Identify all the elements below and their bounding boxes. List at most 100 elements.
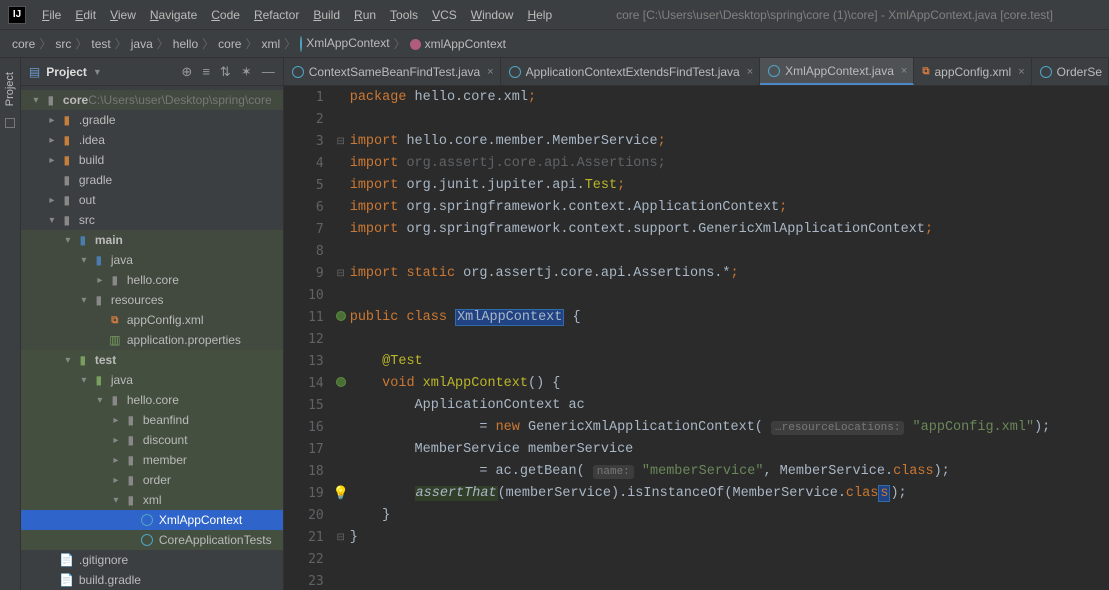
tree-item-member[interactable]: ▸▮member [21, 450, 283, 470]
editor-body[interactable]: 1package hello.core.xml;23⊟import hello.… [284, 86, 1109, 590]
menu-code[interactable]: Code [211, 8, 240, 22]
breadcrumb-item[interactable]: hello [173, 37, 198, 51]
tree-item-src[interactable]: ▾▮src [21, 210, 283, 230]
tree-item-xml[interactable]: ▾▮xml [21, 490, 283, 510]
code-line[interactable]: 22 [284, 548, 1109, 570]
code-line[interactable]: 8 [284, 240, 1109, 262]
code-line[interactable]: 21⊟} [284, 526, 1109, 548]
code-line[interactable]: 6import org.springframework.context.Appl… [284, 196, 1109, 218]
tree-item-appconfig-xml[interactable]: ⧉appConfig.xml [21, 310, 283, 330]
chevron-down-icon[interactable]: ▼ [93, 67, 102, 77]
tree-item-hello-core[interactable]: ▾▮hello.core [21, 390, 283, 410]
project-tree[interactable]: ▾▮core C:\Users\user\Desktop\spring\core… [21, 86, 283, 590]
tree-item-main[interactable]: ▾▮main [21, 230, 283, 250]
tree-item-coreapplicationtests[interactable]: CoreApplicationTests [21, 530, 283, 550]
tree-arrow-icon[interactable]: ▸ [93, 275, 107, 286]
menu-navigate[interactable]: Navigate [150, 8, 197, 22]
editor-tab[interactable]: ContextSameBeanFindTest.java× [284, 58, 501, 85]
select-opened-file-icon[interactable]: ⊕ [181, 64, 192, 80]
code-line[interactable]: 11public class XmlAppContext { [284, 306, 1109, 328]
tree-item--idea[interactable]: ▸▮.idea [21, 130, 283, 150]
code-line[interactable]: 19💡 assertThat(memberService).isInstance… [284, 482, 1109, 504]
breadcrumb-item[interactable]: xmlAppContext [410, 37, 506, 51]
close-icon[interactable]: × [487, 66, 493, 78]
code-line[interactable]: 15 ApplicationContext ac [284, 394, 1109, 416]
close-icon[interactable]: × [747, 66, 753, 78]
project-panel-title[interactable]: Project [46, 65, 87, 79]
tree-arrow-icon[interactable]: ▾ [61, 355, 75, 366]
tree-arrow-icon[interactable]: ▾ [109, 495, 123, 506]
tree-item--gradle[interactable]: ▸▮.gradle [21, 110, 283, 130]
run-gutter-icon[interactable] [336, 311, 346, 321]
code-line[interactable]: 18 = ac.getBean( name: "memberService", … [284, 460, 1109, 482]
tree-item-application-properties[interactable]: ▥application.properties [21, 330, 283, 350]
tree-item-java[interactable]: ▾▮java [21, 250, 283, 270]
structure-icon[interactable] [5, 118, 15, 128]
tree-arrow-icon[interactable]: ▾ [29, 95, 43, 106]
tree-arrow-icon[interactable]: ▾ [77, 295, 91, 306]
code-line[interactable]: 4import org.assertj.core.api.Assertions; [284, 152, 1109, 174]
tree-item-discount[interactable]: ▸▮discount [21, 430, 283, 450]
tree-item-beanfind[interactable]: ▸▮beanfind [21, 410, 283, 430]
editor-tab[interactable]: XmlAppContext.java× [760, 58, 914, 85]
tree-item-out[interactable]: ▸▮out [21, 190, 283, 210]
code-line[interactable]: 20 } [284, 504, 1109, 526]
breadcrumb-item[interactable]: java [131, 37, 153, 51]
menu-vcs[interactable]: VCS [432, 8, 457, 22]
tree-arrow-icon[interactable]: ▾ [77, 255, 91, 266]
tree-item-test[interactable]: ▾▮test [21, 350, 283, 370]
code-line[interactable]: 1package hello.core.xml; [284, 86, 1109, 108]
expand-all-icon[interactable]: ≡ [202, 64, 210, 80]
code-line[interactable]: 23 [284, 570, 1109, 590]
tree-arrow-icon[interactable]: ▸ [109, 455, 123, 466]
tree-item-gradle[interactable]: ▮gradle [21, 170, 283, 190]
project-tool-tab[interactable]: Project [2, 66, 18, 112]
tree-item-core[interactable]: ▾▮core C:\Users\user\Desktop\spring\core [21, 90, 283, 110]
editor-tab[interactable]: OrderSe [1032, 58, 1109, 85]
menu-view[interactable]: View [110, 8, 136, 22]
code-line[interactable]: 2 [284, 108, 1109, 130]
breadcrumb-item[interactable]: test [91, 37, 110, 51]
editor-tab[interactable]: ApplicationContextExtendsFindTest.java× [501, 58, 761, 85]
tree-arrow-icon[interactable]: ▾ [77, 375, 91, 386]
menu-window[interactable]: Window [471, 8, 514, 22]
tree-arrow-icon[interactable]: ▸ [109, 435, 123, 446]
menu-build[interactable]: Build [313, 8, 340, 22]
close-icon[interactable]: × [901, 65, 907, 77]
tree-item-build-gradle[interactable]: 📄build.gradle [21, 570, 283, 590]
tree-item-xmlappcontext[interactable]: XmlAppContext [21, 510, 283, 530]
collapse-all-icon[interactable]: ⇅ [220, 64, 231, 80]
code-line[interactable]: 7import org.springframework.context.supp… [284, 218, 1109, 240]
close-icon[interactable]: × [1018, 66, 1024, 78]
tree-arrow-icon[interactable]: ▾ [93, 395, 107, 406]
tree-arrow-icon[interactable]: ▸ [109, 475, 123, 486]
tree-item-order[interactable]: ▸▮order [21, 470, 283, 490]
tree-arrow-icon[interactable]: ▸ [45, 195, 59, 206]
tree-item-java[interactable]: ▾▮java [21, 370, 283, 390]
menu-help[interactable]: Help [527, 8, 552, 22]
code-line[interactable]: 5import org.junit.jupiter.api.Test; [284, 174, 1109, 196]
code-line[interactable]: 9⊟import static org.assertj.core.api.Ass… [284, 262, 1109, 284]
tree-arrow-icon[interactable]: ▸ [109, 415, 123, 426]
code-line[interactable]: 17 MemberService memberService [284, 438, 1109, 460]
tree-arrow-icon[interactable]: ▾ [45, 215, 59, 226]
settings-icon[interactable]: ✶ [241, 64, 252, 80]
fold-icon[interactable]: ⊟ [337, 532, 345, 543]
tree-item--gitignore[interactable]: 📄.gitignore [21, 550, 283, 570]
tree-arrow-icon[interactable]: ▸ [45, 135, 59, 146]
code-line[interactable]: 14 void xmlAppContext() { [284, 372, 1109, 394]
intention-bulb-icon[interactable]: 💡 [333, 485, 349, 500]
breadcrumb-item[interactable]: src [55, 37, 71, 51]
code-line[interactable]: 10 [284, 284, 1109, 306]
editor-tab[interactable]: ⧉appConfig.xml× [914, 58, 1031, 85]
menu-file[interactable]: File [42, 8, 61, 22]
breadcrumb-item[interactable]: XmlAppContext [300, 36, 389, 51]
tree-arrow-icon[interactable]: ▸ [45, 155, 59, 166]
run-gutter-icon[interactable] [336, 377, 346, 387]
tree-item-resources[interactable]: ▾▮resources [21, 290, 283, 310]
breadcrumb-item[interactable]: core [218, 37, 241, 51]
code-line[interactable]: 12 [284, 328, 1109, 350]
menu-tools[interactable]: Tools [390, 8, 418, 22]
fold-icon[interactable]: ⊟ [337, 268, 345, 279]
tree-item-build[interactable]: ▸▮build [21, 150, 283, 170]
